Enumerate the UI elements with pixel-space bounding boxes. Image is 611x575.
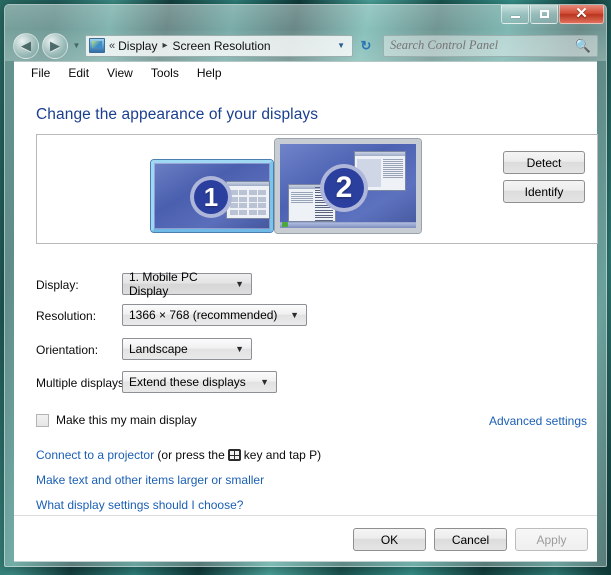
- monitor-number-2: 2: [320, 164, 368, 212]
- multiple-displays-row: Multiple displays:: [36, 376, 127, 390]
- identify-button[interactable]: Identify: [503, 180, 585, 203]
- recent-pages-dropdown[interactable]: ▼: [70, 41, 83, 50]
- resolution-row: Resolution:: [36, 309, 96, 323]
- chevron-down-icon: ▼: [290, 309, 299, 320]
- main-display-checkbox[interactable]: [36, 413, 49, 427]
- refresh-button[interactable]: ↻: [355, 35, 377, 57]
- close-button[interactable]: ✕: [559, 5, 604, 24]
- minimize-button[interactable]: [501, 5, 529, 24]
- make-text-larger-link[interactable]: Make text and other items larger or smal…: [36, 473, 264, 487]
- client-area: Change the appearance of your displays 2…: [14, 83, 598, 562]
- orientation-label: Orientation:: [36, 343, 99, 357]
- search-icon: 🔍: [574, 37, 591, 53]
- page-title: Change the appearance of your displays: [36, 106, 319, 123]
- search-input[interactable]: [384, 37, 569, 54]
- maximize-button[interactable]: [530, 5, 558, 24]
- windows-key-icon: [227, 449, 241, 461]
- apply-button: Apply: [515, 528, 588, 551]
- projector-line: Connect to a projector (or press the key …: [36, 448, 321, 462]
- search-box[interactable]: 🔍: [383, 34, 598, 57]
- breadcrumb-screen-resolution[interactable]: Screen Resolution: [172, 39, 272, 53]
- control-panel-icon: [89, 38, 105, 53]
- resolution-select[interactable]: 1366 × 768 (recommended) ▼: [122, 304, 307, 326]
- menu-item-file[interactable]: File: [22, 65, 59, 81]
- address-bar[interactable]: « Display ▸ Screen Resolution ▼: [85, 34, 353, 57]
- main-display-checkbox-label: Make this my main display: [56, 413, 197, 427]
- menu-item-tools[interactable]: Tools: [142, 65, 188, 81]
- back-arrow-icon: ◀: [21, 38, 31, 53]
- connect-projector-link[interactable]: Connect to a projector: [36, 448, 154, 462]
- monitor-number-1: 1: [190, 176, 232, 218]
- chevron-down-icon: ▼: [235, 343, 244, 354]
- footer-divider: [14, 515, 597, 516]
- projector-hint-post: key and tap P): [243, 448, 322, 462]
- projector-hint-pre: (or press the: [157, 448, 225, 462]
- window-controls: ✕: [500, 5, 604, 27]
- ok-button[interactable]: OK: [353, 528, 426, 551]
- start-orb-icon: [282, 222, 288, 227]
- chevron-down-icon: ▼: [260, 376, 269, 387]
- breadcrumb-separator-icon[interactable]: ▸: [158, 40, 171, 51]
- what-settings-line: What display settings should I choose?: [36, 498, 243, 512]
- display-row: Display:: [36, 278, 79, 292]
- resolution-select-value: 1366 × 768 (recommended): [129, 308, 278, 322]
- what-display-settings-link[interactable]: What display settings should I choose?: [36, 498, 243, 512]
- main-display-row[interactable]: Make this my main display: [36, 413, 197, 427]
- orientation-select-value: Landscape: [129, 342, 188, 356]
- taskbar-glyph: [280, 222, 416, 228]
- forward-button[interactable]: ▶: [42, 32, 68, 59]
- multiple-displays-select[interactable]: Extend these displays ▼: [122, 371, 277, 393]
- menu-item-edit[interactable]: Edit: [59, 65, 98, 81]
- display-preview-panel: 2 1 Detect Identify: [36, 134, 598, 244]
- calculator-glyph-icon: [226, 181, 270, 219]
- cancel-button[interactable]: Cancel: [434, 528, 507, 551]
- display-select-value: 1. Mobile PC Display: [129, 270, 198, 298]
- close-icon: ✕: [575, 5, 588, 22]
- resolution-label: Resolution:: [36, 309, 97, 323]
- multiple-displays-value: Extend these displays: [129, 375, 246, 389]
- screen-resolution-window: ✕ ◀ ▶ ▼ « Display ▸ Screen Resolution ▼ …: [4, 4, 607, 567]
- address-overflow-chevron[interactable]: «: [109, 40, 117, 52]
- detect-button[interactable]: Detect: [503, 151, 585, 174]
- menu-item-view[interactable]: View: [98, 65, 142, 81]
- navigation-row: ◀ ▶ ▼ « Display ▸ Screen Resolution ▼ ↻ …: [5, 30, 606, 61]
- monitor-preview-2[interactable]: 2: [275, 139, 421, 233]
- orientation-select[interactable]: Landscape ▼: [122, 338, 252, 360]
- refresh-icon: ↻: [360, 37, 372, 53]
- advanced-settings-link[interactable]: Advanced settings: [489, 414, 587, 428]
- chevron-down-icon: ▼: [235, 278, 244, 289]
- dialog-buttons: OK Cancel Apply: [353, 528, 588, 551]
- monitor-preview-1[interactable]: 1: [151, 160, 273, 232]
- back-button[interactable]: ◀: [13, 32, 39, 59]
- text-size-line: Make text and other items larger or smal…: [36, 473, 264, 487]
- title-bar: ✕ ◀ ▶ ▼ « Display ▸ Screen Resolution ▼ …: [5, 5, 606, 61]
- multiple-displays-label: Multiple displays:: [36, 376, 128, 390]
- forward-arrow-icon: ▶: [50, 38, 60, 53]
- breadcrumb-display[interactable]: Display: [117, 39, 158, 53]
- display-label: Display:: [36, 278, 79, 292]
- display-select[interactable]: 1. Mobile PC Display ▼: [122, 270, 252, 298]
- menu-bar: File Edit View Tools Help: [14, 61, 597, 83]
- orientation-row: Orientation:: [36, 343, 98, 357]
- address-dropdown-icon[interactable]: ▼: [337, 41, 352, 50]
- menu-item-help[interactable]: Help: [188, 65, 231, 81]
